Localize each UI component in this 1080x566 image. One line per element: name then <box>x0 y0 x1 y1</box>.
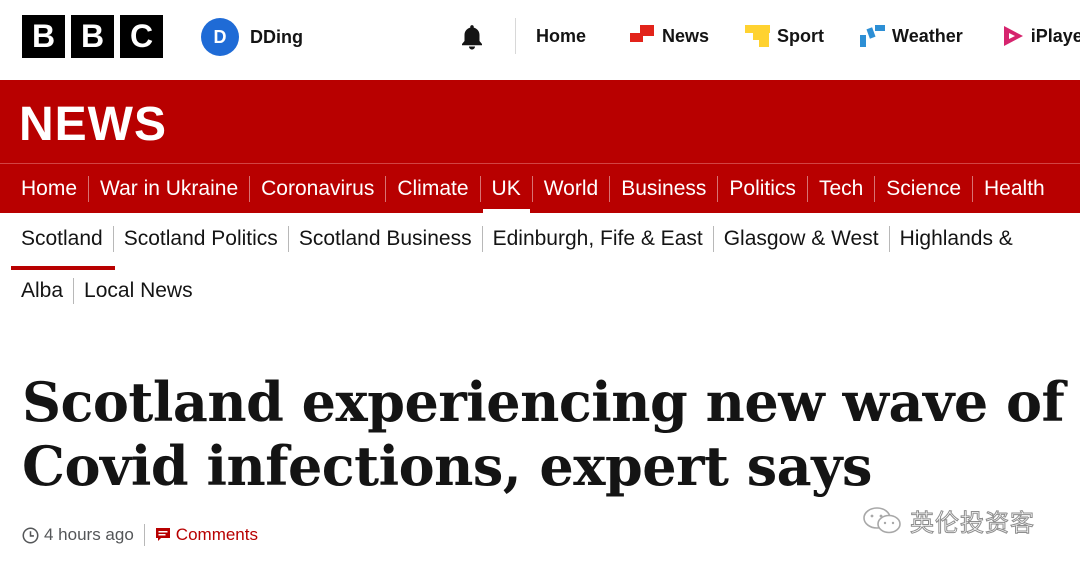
sub-nav-edinburgh-fife-east[interactable]: Edinburgh, Fife & East <box>481 226 713 252</box>
global-nav-sport[interactable]: Sport <box>745 25 824 47</box>
account-name: DDing <box>250 26 303 47</box>
bell-icon[interactable] <box>457 22 487 52</box>
divider <box>143 524 145 546</box>
section-nav-tech[interactable]: Tech <box>806 176 874 202</box>
global-nav-iplayer-label: iPlayer <box>1030 25 1080 46</box>
wechat-icon <box>863 506 901 533</box>
sub-nav-glasgow-west[interactable]: Glasgow & West <box>712 226 889 252</box>
global-nav-home-label: Home <box>536 25 587 46</box>
global-nav-weather[interactable]: Weather <box>860 25 963 47</box>
global-nav-news-label: News <box>662 25 710 46</box>
clock-icon <box>22 527 39 543</box>
section-nav: Home War in Ukraine Coronavirus Climate … <box>0 163 1080 214</box>
article-timestamp: 4 hours ago <box>44 525 134 544</box>
section-nav-coronavirus[interactable]: Coronavirus <box>249 176 385 202</box>
iplayer-icon <box>1003 26 1023 46</box>
section-nav-home[interactable]: Home <box>0 176 88 202</box>
article-meta: 4 hours ago Comments <box>22 524 258 546</box>
sub-nav-highlands[interactable]: Highlands & <box>888 226 1023 252</box>
bbc-logo[interactable]: B B C <box>22 15 163 58</box>
section-nav-world[interactable]: World <box>531 176 609 202</box>
sub-nav-scotland[interactable]: Scotland <box>0 226 115 270</box>
section-nav-war-in-ukraine[interactable]: War in Ukraine <box>88 176 249 202</box>
sub-nav-scotland-politics[interactable]: Scotland Politics <box>112 226 288 252</box>
sub-nav-scotland-business[interactable]: Scotland Business <box>287 226 482 252</box>
divider <box>515 18 516 54</box>
avatar: D <box>201 18 239 56</box>
section-nav-uk[interactable]: UK <box>479 176 532 214</box>
headline-line: Scotland experiencing new wave of <box>22 370 1065 434</box>
sub-nav-local-news[interactable]: Local News <box>73 278 203 304</box>
headline-line: Covid infections, expert says <box>22 434 872 498</box>
weather-icon <box>860 25 886 47</box>
sport-icon <box>745 25 771 47</box>
section-nav-business[interactable]: Business <box>609 176 717 202</box>
global-nav-weather-label: Weather <box>892 25 963 46</box>
watermark-text: 英伦投资客 <box>910 509 1035 538</box>
global-nav-sport-label: Sport <box>777 25 825 46</box>
global-nav-iplayer[interactable]: iPlayer <box>1001 24 1080 48</box>
news-logo[interactable]: NEWS <box>19 97 167 152</box>
global-nav-home[interactable]: Home <box>536 26 586 47</box>
comments-link[interactable]: Comments <box>176 525 258 545</box>
news-icon <box>630 25 655 42</box>
global-nav: Home News Sport Weather iPlaye <box>536 24 1080 48</box>
section-nav-climate[interactable]: Climate <box>385 176 479 202</box>
global-nav-news[interactable]: News <box>630 25 709 47</box>
article-headline: Scotland experiencing new wave of Covid … <box>22 370 1072 498</box>
section-nav-science[interactable]: Science <box>874 176 972 202</box>
global-header: B B C D DDing Home News Sport Weather iP… <box>0 0 1080 78</box>
sub-nav-alba[interactable]: Alba <box>0 278 73 304</box>
section-nav-politics[interactable]: Politics <box>717 176 807 202</box>
account-link[interactable]: D DDing <box>201 18 303 56</box>
bbc-logo-block: B <box>71 15 114 58</box>
news-banner: NEWS <box>0 80 1080 163</box>
section-nav-health[interactable]: Health <box>972 176 1056 202</box>
comment-icon[interactable] <box>155 527 171 543</box>
bbc-logo-block: B <box>22 15 65 58</box>
watermark: 英伦投资客 <box>862 503 1035 538</box>
bbc-logo-block: C <box>120 15 163 58</box>
